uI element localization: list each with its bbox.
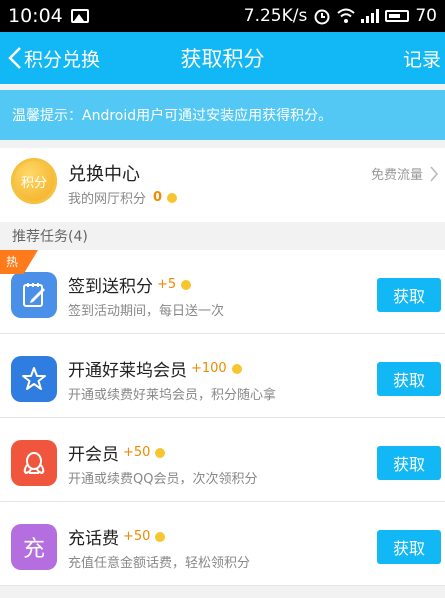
status-bar: 10:04 7.25K/s 70 bbox=[0, 0, 445, 32]
task-title: 充话费 bbox=[68, 529, 119, 549]
network-speed: 7.25K/s bbox=[243, 6, 308, 26]
task-points: +5 bbox=[157, 277, 177, 292]
battery-icon bbox=[385, 10, 410, 22]
task-description: 开通或续费QQ会员，次次领积分 bbox=[68, 472, 258, 487]
task-title: 开通好莱坞会员 bbox=[68, 361, 187, 381]
nav-bar: 积分兑换 获取积分 记录 bbox=[0, 32, 445, 84]
get-button[interactable]: 获取 bbox=[377, 278, 441, 312]
task-points: +50 bbox=[123, 529, 151, 544]
coin-dot-icon bbox=[167, 192, 178, 203]
free-traffic-label: 免费流量 bbox=[370, 168, 423, 183]
alarm-icon bbox=[314, 9, 330, 25]
exchange-center-row[interactable]: 积分 兑换中心 我的网厅积分 0 免费流量 bbox=[0, 148, 445, 222]
tip-banner: 温馨提示：Android用户可通过安装应用获得积分。 bbox=[0, 90, 445, 140]
task-row[interactable]: 开会员 +50 开通或续费QQ会员，次次领积分 获取 bbox=[0, 418, 445, 502]
coin-dot-icon bbox=[155, 531, 166, 542]
status-time: 10:04 bbox=[8, 5, 63, 27]
section-header: 推荐任务(4) bbox=[12, 229, 88, 245]
recharge-icon: 充 bbox=[11, 524, 57, 570]
my-points-value: 0 bbox=[153, 190, 163, 205]
task-points: +100 bbox=[191, 361, 227, 376]
task-row[interactable]: 开通好莱坞会员 +100 开通或续费好莱坞会员，积分随心拿 获取 bbox=[0, 334, 445, 418]
coin-dot-icon bbox=[231, 363, 242, 374]
free-traffic-link[interactable]: 免费流量 bbox=[371, 164, 439, 183]
exchange-title: 兑换中心 bbox=[68, 164, 140, 185]
task-title-line: 开会员 +50 bbox=[68, 440, 166, 465]
task-description: 开通或续费好莱坞会员，积分随心拿 bbox=[68, 388, 277, 403]
coin-dot-icon bbox=[181, 279, 192, 290]
get-button[interactable]: 获取 bbox=[377, 530, 441, 564]
task-title: 签到送积分 bbox=[68, 277, 153, 297]
coin-dot-icon bbox=[155, 447, 166, 458]
signal-icon bbox=[361, 9, 380, 23]
task-row[interactable]: 充 充话费 +50 充值任意金额话费，轻松领积分 获取 bbox=[0, 502, 445, 586]
page-title: 获取积分 bbox=[180, 47, 265, 71]
task-points: +50 bbox=[123, 445, 151, 460]
task-description: 签到活动期间，每日送一次 bbox=[68, 304, 225, 319]
my-points-label: 我的网厅积分 bbox=[68, 192, 147, 207]
qq-penguin-icon bbox=[11, 440, 57, 486]
task-title-line: 充话费 +50 bbox=[68, 524, 166, 549]
record-button[interactable]: 记录 bbox=[403, 32, 445, 84]
wifi-icon bbox=[337, 8, 356, 23]
task-title: 开会员 bbox=[68, 445, 119, 465]
points-coin-icon: 积分 bbox=[11, 158, 57, 204]
chevron-right-icon bbox=[430, 165, 439, 182]
get-button[interactable]: 获取 bbox=[377, 446, 441, 480]
my-points-line: 我的网厅积分 0 bbox=[68, 188, 178, 207]
signin-note-icon bbox=[11, 272, 57, 318]
get-button[interactable]: 获取 bbox=[377, 362, 441, 396]
image-notification-icon bbox=[70, 9, 89, 23]
battery-percent: 70 bbox=[415, 6, 437, 26]
task-description: 充值任意金额话费，轻松领积分 bbox=[68, 556, 251, 571]
task-row[interactable]: 签到送积分 +5 签到活动期间，每日送一次 获取 bbox=[0, 250, 445, 334]
task-title-line: 开通好莱坞会员 +100 bbox=[68, 356, 242, 381]
star-icon bbox=[11, 356, 57, 402]
task-title-line: 签到送积分 +5 bbox=[68, 272, 192, 297]
